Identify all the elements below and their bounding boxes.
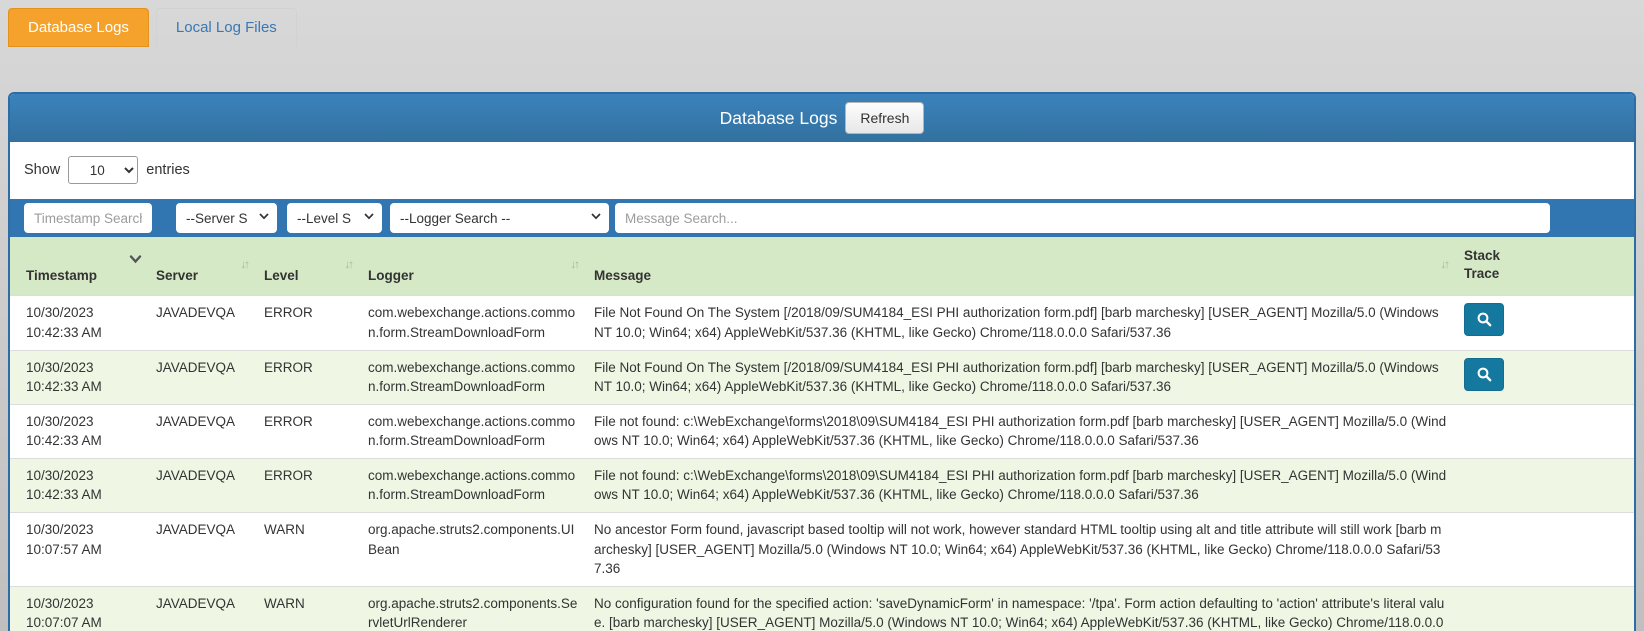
server-cell: JAVADEVQA xyxy=(148,350,256,404)
stack-trace-cell xyxy=(1456,350,1634,404)
timestamp-cell: 10/30/2023 10:42:33 AM xyxy=(10,458,148,512)
column-header-level[interactable]: Level ↓↑ xyxy=(256,237,360,296)
timestamp-cell: 10/30/2023 10:07:07 AM xyxy=(10,586,148,631)
stack-trace-cell xyxy=(1456,458,1634,512)
tab-local-log-files[interactable]: Local Log Files xyxy=(156,8,297,47)
message-cell: No configuration found for the specified… xyxy=(586,586,1456,631)
table-row: 10/30/2023 10:42:33 AMJAVADEVQAERRORcom.… xyxy=(10,404,1634,458)
table-header-row: Timestamp Server ↓↑ Level ↓↑ Logger ↓↑ Message ↓… xyxy=(10,237,1634,296)
message-cell: File Not Found On The System [/2018/09/S… xyxy=(586,296,1456,350)
sort-both-icon: ↓↑ xyxy=(1441,259,1449,271)
logger-cell: com.webexchange.actions.common.form.Stre… xyxy=(360,296,586,350)
stack-trace-cell xyxy=(1456,296,1634,350)
column-label: Timestamp xyxy=(26,268,97,283)
logger-cell: org.apache.struts2.components.ServletUrl… xyxy=(360,586,586,631)
search-icon xyxy=(1476,366,1493,383)
table-row: 10/30/2023 10:42:33 AMJAVADEVQAERRORcom.… xyxy=(10,296,1634,350)
tab-database-logs[interactable]: Database Logs xyxy=(8,8,149,47)
logger-cell: com.webexchange.actions.common.form.Stre… xyxy=(360,404,586,458)
level-cell: WARN xyxy=(256,586,360,631)
timestamp-cell: 10/30/2023 10:42:33 AM xyxy=(10,296,148,350)
table-body: 10/30/2023 10:42:33 AMJAVADEVQAERRORcom.… xyxy=(10,296,1634,631)
refresh-button[interactable]: Refresh xyxy=(845,102,924,134)
column-header-message[interactable]: Message ↓↑ xyxy=(586,237,1456,296)
page-title: Database Logs xyxy=(720,108,838,129)
sort-both-icon: ↓↑ xyxy=(345,259,353,271)
level-cell: WARN xyxy=(256,512,360,586)
column-header-timestamp[interactable]: Timestamp xyxy=(10,237,148,296)
table-row: 10/30/2023 10:07:57 AMJAVADEVQAWARNorg.a… xyxy=(10,512,1634,586)
level-cell: ERROR xyxy=(256,458,360,512)
column-header-stack-trace: Stack Trace xyxy=(1456,237,1634,296)
logs-table: Timestamp Server ↓↑ Level ↓↑ Logger ↓↑ Message ↓… xyxy=(10,237,1634,631)
message-cell: File not found: c:\WebExchange\forms\201… xyxy=(586,458,1456,512)
level-cell: ERROR xyxy=(256,296,360,350)
column-label: Stack Trace xyxy=(1464,247,1510,283)
server-cell: JAVADEVQA xyxy=(148,586,256,631)
level-select[interactable]: --Level S xyxy=(287,203,382,233)
timestamp-search-input[interactable] xyxy=(24,203,152,233)
tab-bar: Database Logs Local Log Files xyxy=(8,8,297,47)
page-background: { "tabs": [ { "label": "Database Logs", … xyxy=(0,0,1644,631)
stack-trace-cell xyxy=(1456,404,1634,458)
timestamp-cell: 10/30/2023 10:42:33 AM xyxy=(10,350,148,404)
server-filter: --Server S xyxy=(176,203,277,233)
logger-filter: --Logger Search -- xyxy=(390,203,609,233)
table-row: 10/30/2023 10:42:33 AMJAVADEVQAERRORcom.… xyxy=(10,458,1634,512)
timestamp-cell: 10/30/2023 10:42:33 AM xyxy=(10,404,148,458)
sort-desc-icon xyxy=(129,255,142,264)
entries-label: entries xyxy=(146,162,190,178)
server-cell: JAVADEVQA xyxy=(148,458,256,512)
panel-body: Show 10 entries --Server S --Level S xyxy=(10,156,1634,631)
column-label: Logger xyxy=(368,268,414,283)
show-label: Show xyxy=(24,162,60,178)
column-label: Message xyxy=(594,268,651,283)
message-cell: File Not Found On The System [/2018/09/S… xyxy=(586,350,1456,404)
logger-cell: org.apache.struts2.components.UIBean xyxy=(360,512,586,586)
server-cell: JAVADEVQA xyxy=(148,296,256,350)
column-header-server[interactable]: Server ↓↑ xyxy=(148,237,256,296)
panel-heading: Database Logs Refresh xyxy=(10,94,1634,142)
stack-trace-button[interactable] xyxy=(1464,303,1504,336)
column-label: Level xyxy=(264,268,299,283)
entries-select[interactable]: 10 xyxy=(68,156,138,184)
message-cell: No ancestor Form found, javascript based… xyxy=(586,512,1456,586)
search-icon xyxy=(1476,311,1493,328)
message-cell: File not found: c:\WebExchange\forms\201… xyxy=(586,404,1456,458)
table-head: Timestamp Server ↓↑ Level ↓↑ Logger ↓↑ Message ↓… xyxy=(10,237,1634,296)
logger-cell: com.webexchange.actions.common.form.Stre… xyxy=(360,350,586,404)
database-logs-panel: Database Logs Refresh Show 10 entries --… xyxy=(8,92,1636,631)
logger-cell: com.webexchange.actions.common.form.Stre… xyxy=(360,458,586,512)
column-header-logger[interactable]: Logger ↓↑ xyxy=(360,237,586,296)
level-cell: ERROR xyxy=(256,350,360,404)
level-filter: --Level S xyxy=(287,203,382,233)
level-cell: ERROR xyxy=(256,404,360,458)
table-row: 10/30/2023 10:07:07 AMJAVADEVQAWARNorg.a… xyxy=(10,586,1634,631)
filter-bar: --Server S --Level S --Logger Search -- xyxy=(10,199,1634,237)
stack-trace-cell xyxy=(1456,586,1634,631)
column-label: Server xyxy=(156,268,198,283)
sort-both-icon: ↓↑ xyxy=(241,259,249,271)
stack-trace-cell xyxy=(1456,512,1634,586)
message-search-input[interactable] xyxy=(615,203,1550,233)
stack-trace-button[interactable] xyxy=(1464,358,1504,391)
sort-both-icon: ↓↑ xyxy=(571,259,579,271)
server-cell: JAVADEVQA xyxy=(148,512,256,586)
show-entries-row: Show 10 entries xyxy=(24,156,1634,184)
table-row: 10/30/2023 10:42:33 AMJAVADEVQAERRORcom.… xyxy=(10,350,1634,404)
timestamp-cell: 10/30/2023 10:07:57 AM xyxy=(10,512,148,586)
server-cell: JAVADEVQA xyxy=(148,404,256,458)
logger-select[interactable]: --Logger Search -- xyxy=(390,203,609,233)
server-select[interactable]: --Server S xyxy=(176,203,277,233)
